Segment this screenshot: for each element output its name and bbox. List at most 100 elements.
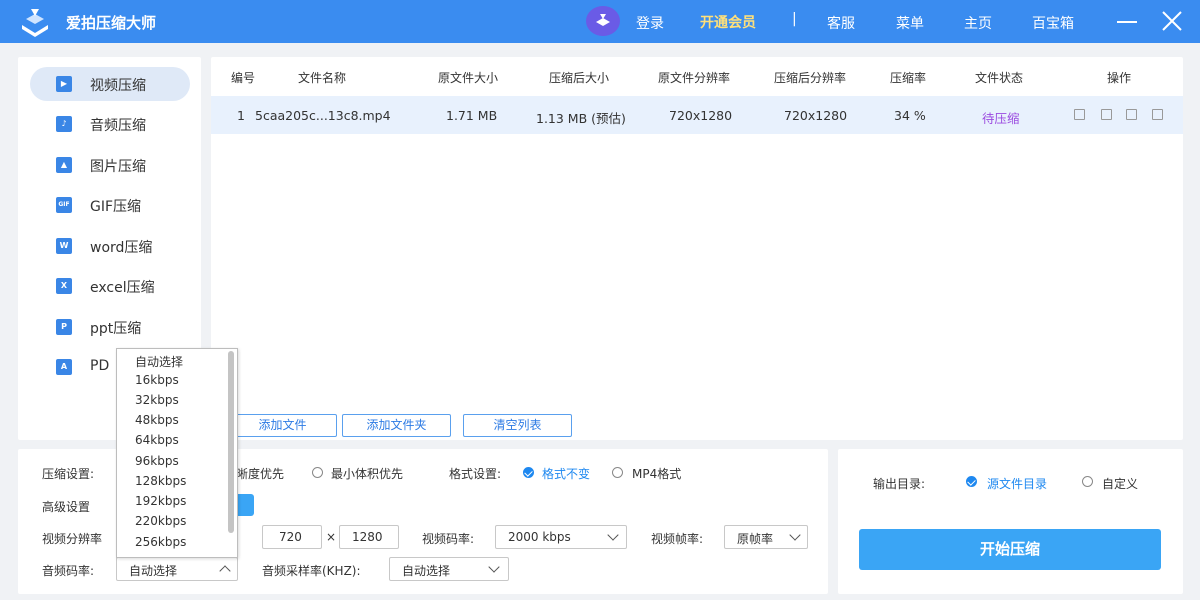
add-file-button[interactable]: 添加文件: [228, 414, 337, 437]
row-comp-res: 720x1280: [784, 108, 848, 123]
app-logo-icon: [18, 7, 52, 37]
clarity-first-option[interactable]: 晰度优先: [236, 465, 284, 482]
dropdown-option[interactable]: 220kbps: [135, 514, 186, 528]
row-orig-res: 720x1280: [669, 108, 733, 123]
dropdown-option[interactable]: 自动选择: [135, 353, 183, 370]
chevron-down-icon: [488, 561, 500, 573]
sidebar-item-label: PD: [90, 358, 110, 374]
advanced-setting-label: 高级设置: [42, 500, 91, 514]
sidebar-item-image[interactable]: ▲ 图片压缩: [30, 148, 190, 182]
format-keep-option[interactable]: 格式不变: [542, 465, 590, 482]
details-icon[interactable]: [1101, 109, 1112, 120]
toolbox-link[interactable]: 百宝箱: [1032, 13, 1074, 33]
source-dir-option[interactable]: 源文件目录: [987, 475, 1047, 492]
sample-rate-select[interactable]: 自动选择: [389, 557, 509, 581]
custom-dir-option[interactable]: 自定义: [1102, 475, 1138, 492]
row-num: 1: [237, 108, 245, 123]
format-keep-radio[interactable]: [523, 467, 534, 478]
chevron-up-icon: [219, 565, 231, 577]
sidebar-item-excel[interactable]: X excel压缩: [30, 269, 190, 303]
image-file-icon: ▲: [56, 157, 72, 173]
audio-file-icon: ♪: [56, 116, 72, 132]
dropdown-option[interactable]: 16kbps: [135, 373, 179, 387]
gif-file-icon: GIF: [56, 197, 72, 213]
row-orig-size: 1.71 MB: [446, 108, 498, 123]
col-header-ratio: 压缩率: [890, 71, 927, 85]
folder-icon[interactable]: [1126, 109, 1137, 120]
add-folder-button[interactable]: 添加文件夹: [342, 414, 451, 437]
dropdown-option[interactable]: 32kbps: [135, 393, 179, 407]
source-dir-radio[interactable]: [966, 476, 977, 487]
start-compress-button[interactable]: 开始压缩: [859, 529, 1161, 570]
video-res-label: 视频分辨率: [42, 532, 103, 546]
row-file-name: 5caa205c...13c8.mp4: [255, 108, 391, 123]
word-file-icon: W: [56, 238, 72, 254]
video-bitrate-select[interactable]: 2000 kbps: [495, 525, 627, 549]
sidebar-item-label: 图片压缩: [90, 159, 146, 175]
res-height-value: 1280: [352, 530, 383, 544]
col-header-comp-res: 压缩后分辨率: [774, 71, 847, 85]
col-header-num: 编号: [231, 71, 256, 85]
title-bar: 爱拍压缩大师 登录 开通会员 | 客服 菜单 主页 百宝箱: [0, 0, 1200, 43]
compress-settings-icon[interactable]: [1074, 109, 1085, 120]
sample-rate-value: 自动选择: [402, 564, 451, 578]
sidebar-item-label: ppt压缩: [90, 321, 142, 337]
res-width-input[interactable]: 720: [262, 525, 322, 549]
advanced-toggle[interactable]: [236, 494, 254, 516]
compress-setting-label: 压缩设置:: [42, 467, 95, 481]
output-dir-label: 输出目录:: [873, 477, 926, 491]
audio-bitrate-label: 音频码率:: [42, 564, 95, 578]
menu-link[interactable]: 菜单: [896, 13, 924, 33]
format-setting-label: 格式设置:: [449, 467, 502, 481]
video-file-icon: ▶: [56, 76, 72, 92]
dropdown-option[interactable]: 256kbps: [135, 535, 186, 549]
sidebar-item-label: GIF压缩: [90, 199, 142, 215]
row-ratio: 34 %: [894, 108, 926, 123]
custom-dir-radio[interactable]: [1082, 476, 1093, 487]
dropdown-option[interactable]: 48kbps: [135, 413, 179, 427]
sidebar-item-ppt[interactable]: P ppt压缩: [30, 310, 190, 344]
sidebar-item-gif[interactable]: GIF GIF压缩: [30, 188, 190, 222]
audio-bitrate-dropdown: 自动选择 16kbps 32kbps 48kbps 64kbps 96kbps …: [116, 348, 238, 558]
home-link[interactable]: 主页: [964, 13, 992, 33]
dropdown-option[interactable]: 64kbps: [135, 433, 179, 447]
audio-bitrate-select[interactable]: 自动选择: [116, 557, 238, 581]
dropdown-option[interactable]: 192kbps: [135, 494, 186, 508]
frame-rate-select[interactable]: 原帧率: [724, 525, 808, 549]
dropdown-scrollbar[interactable]: [228, 351, 234, 533]
sidebar-item-video[interactable]: ▶ 视频压缩: [30, 67, 190, 101]
sidebar-item-label: 视频压缩: [90, 78, 146, 94]
format-mp4-radio[interactable]: [612, 467, 623, 478]
video-bitrate-label: 视频码率:: [422, 532, 475, 546]
user-avatar-icon[interactable]: [586, 6, 620, 36]
row-status: 待压缩: [982, 111, 1020, 126]
min-size-first-option[interactable]: 最小体积优先: [331, 465, 403, 482]
login-link[interactable]: 登录: [636, 13, 664, 33]
sidebar-item-word[interactable]: W word压缩: [30, 229, 190, 263]
min-size-radio[interactable]: [312, 467, 323, 478]
sidebar-item-audio[interactable]: ♪ 音频压缩: [30, 107, 190, 141]
row-comp-size: 1.13 MB (预估): [536, 111, 626, 126]
minimize-icon[interactable]: [1116, 10, 1138, 32]
sidebar-item-label: 音频压缩: [90, 118, 146, 134]
format-mp4-option[interactable]: MP4格式: [632, 465, 681, 482]
sidebar-item-label: excel压缩: [90, 280, 155, 296]
res-height-input[interactable]: 1280: [339, 525, 399, 549]
vip-link[interactable]: 开通会员: [700, 12, 756, 32]
title-separator: |: [792, 11, 797, 27]
col-header-orig-res: 原文件分辨率: [658, 71, 731, 85]
dropdown-option[interactable]: 96kbps: [135, 454, 179, 468]
chevron-down-icon: [607, 529, 619, 541]
close-icon[interactable]: [1160, 9, 1184, 33]
col-header-status: 文件状态: [975, 71, 1024, 85]
col-header-comp-size: 压缩后大小: [549, 71, 610, 85]
dropdown-option[interactable]: 128kbps: [135, 474, 186, 488]
output-panel: [838, 449, 1183, 594]
frame-rate-value: 原帧率: [737, 532, 774, 546]
delete-icon[interactable]: [1152, 109, 1163, 120]
res-width-value: 720: [279, 530, 302, 544]
clear-list-button[interactable]: 清空列表: [463, 414, 572, 437]
service-link[interactable]: 客服: [827, 13, 855, 33]
audio-bitrate-value: 自动选择: [129, 564, 178, 578]
pdf-file-icon: A: [56, 359, 72, 375]
